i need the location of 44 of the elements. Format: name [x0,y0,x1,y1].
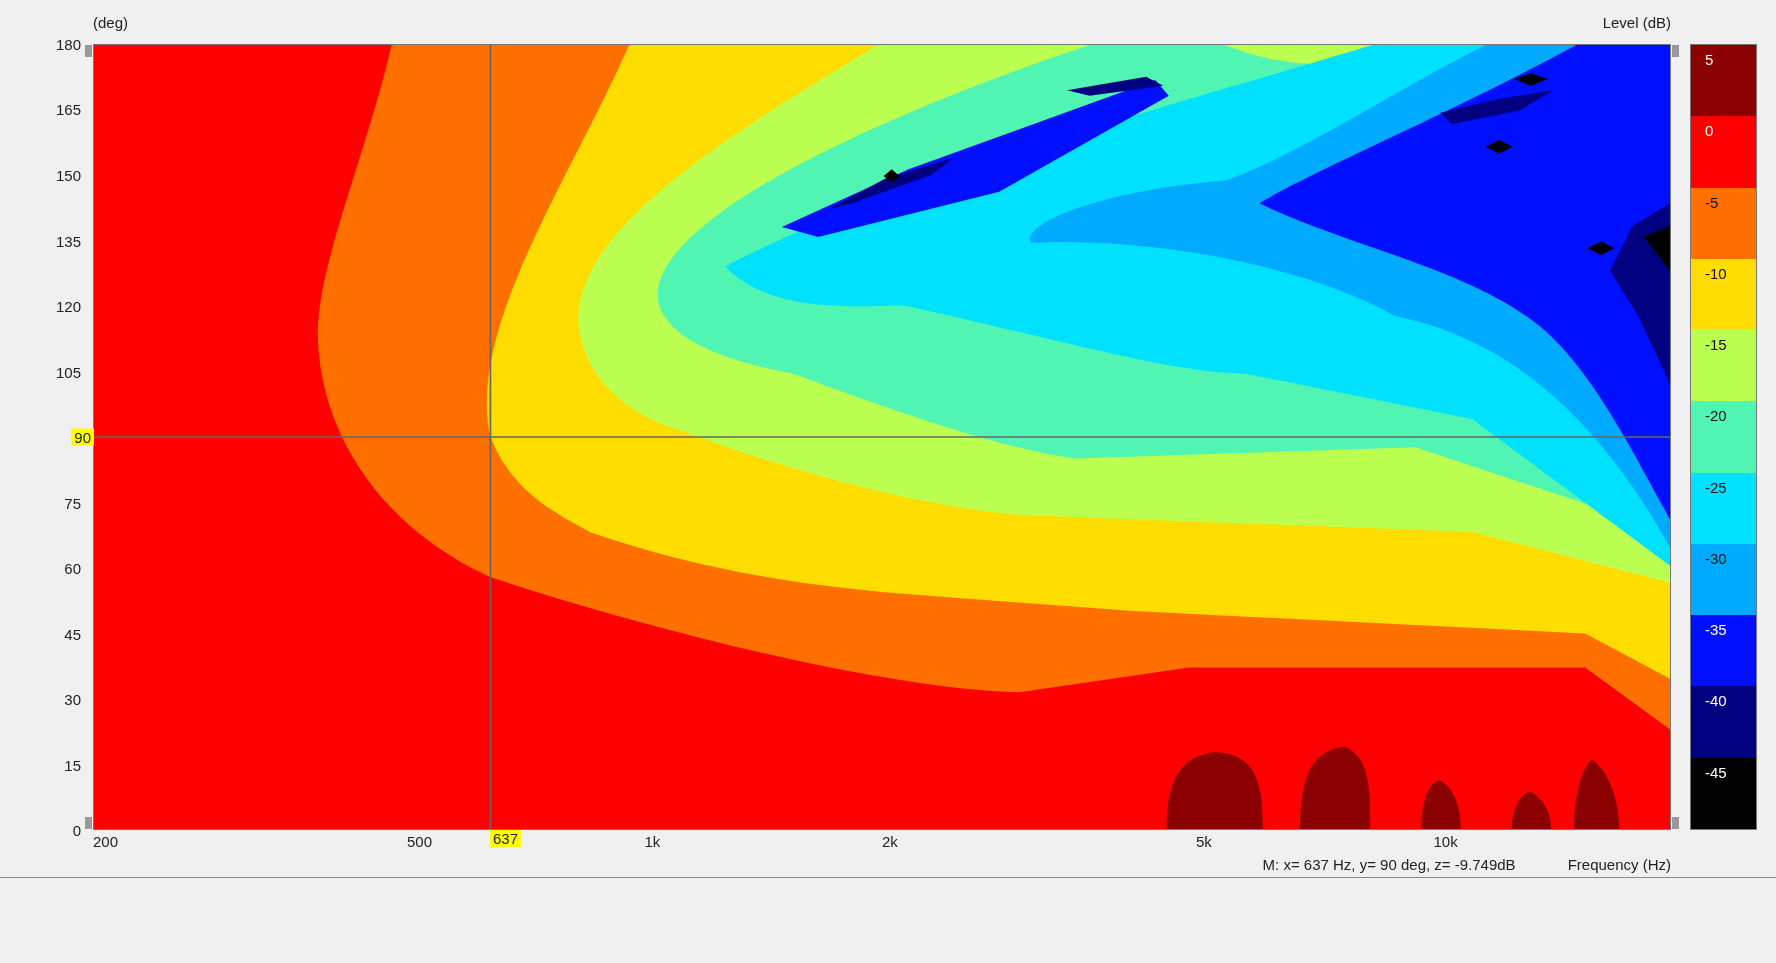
y-tick-label: 75 [64,494,81,511]
x-tick-label: 1k [644,833,661,850]
y-tick-label: 45 [64,625,81,642]
contour-region [1511,791,1552,829]
cursor-readout: M: x= 637 Hz, y= 90 deg, z= -9.749dB [1262,856,1516,873]
color-scale-band: -40 [1691,686,1756,758]
scale-handle[interactable] [85,45,92,57]
color-scale-band: -15 [1691,330,1756,402]
contour-region [1421,780,1461,829]
y-tick-label: 120 [55,297,81,315]
color-scale-band: -10 [1691,258,1756,331]
y-tick-label: 0 [72,821,81,839]
color-scale-band: -25 [1691,472,1756,544]
x-tick-label: 5k [1195,833,1212,850]
x-tick-label: 200 [93,833,119,850]
cursor-y-marker: 90 [71,428,94,446]
scale-handle[interactable] [85,817,92,829]
cursor-line[interactable] [94,436,1670,438]
y-tick-label: 150 [55,166,81,184]
color-scale-band: -35 [1691,615,1756,687]
y-tick-label: 165 [55,101,81,118]
color-scale-band: 0 [1691,116,1756,188]
color-scale-band: -5 [1691,187,1756,259]
x-axis-title: Frequency (Hz) [1567,856,1671,873]
y-tick-label: 60 [64,559,81,577]
color-scale-band: -30 [1691,543,1756,616]
cursor-x-marker: 637 [489,830,521,847]
y-tick-label: 30 [64,690,81,708]
color-scale-band: -20 [1691,401,1756,473]
y-tick-label: 135 [55,232,81,249]
y-tick-label: 180 [55,35,81,53]
scale-unit: Level (dB) [1602,13,1671,31]
color-scale-band: -45 [1691,757,1756,829]
color-scale-band: 5 [1691,45,1756,117]
x-tick-label: 2k [882,833,898,850]
x-tick-label: 10k [1433,833,1458,850]
scale-handle[interactable] [1672,45,1679,57]
contour-region [1573,760,1620,829]
scale-handle[interactable] [1672,817,1679,829]
y-tick-label: 105 [55,363,81,380]
x-tick-label: 500 [406,833,432,850]
cursor-line[interactable] [489,45,492,829]
y-tick-label: 15 [64,756,81,773]
y-axis-unit: (deg) [93,13,129,31]
